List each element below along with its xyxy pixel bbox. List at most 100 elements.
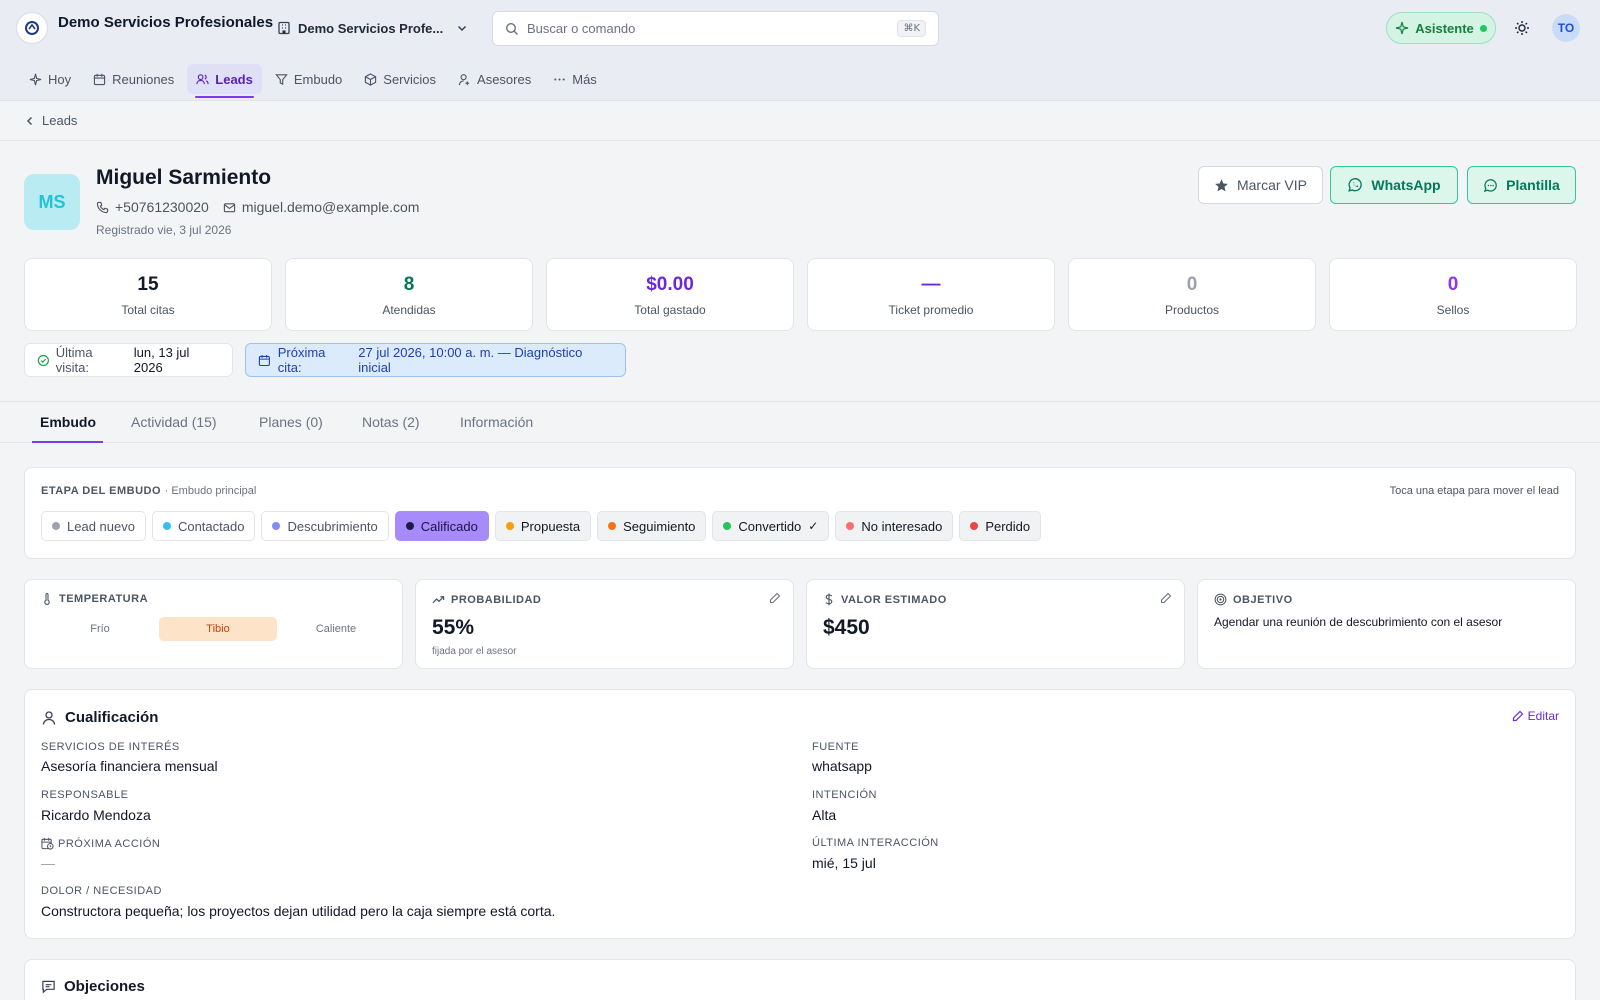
assistant-status-dot [1479,24,1487,32]
tab-informacion[interactable]: Información [460,414,533,430]
breadcrumb: Leads [0,101,1600,141]
stat-value: 8 [403,274,415,295]
box-icon [365,72,377,86]
nav-item-mas[interactable]: Más [544,64,606,94]
nav-item-label: Asesores [477,71,532,87]
qualification-card: Cualificación Editar SERVICIOS DE INTERÉ… [24,689,1576,939]
last-visit-prefix: Última visita: [55,345,93,375]
chevron-left-icon [26,116,33,125]
stage-label: Contactado [177,518,245,534]
funnel-stage-button[interactable]: Convertido ✓ [712,511,830,541]
probability-title: PROBABILIDAD [451,593,542,606]
phone-icon [96,201,109,213]
stage-label: Lead nuevo [67,518,135,534]
nav-item-hoy[interactable]: Hoy [20,64,80,94]
tab-planes[interactable]: Planes (0) [259,414,323,430]
search-input[interactable] [527,21,890,36]
tab-actividad[interactable]: Actividad (15) [131,414,217,430]
services-label: SERVICIOS DE INTERÉS [41,741,180,753]
funnel-stage-button[interactable]: Seguimiento [597,511,707,541]
temperature-option-tibio[interactable]: Tibio [159,617,277,641]
estimated-value: $450 [823,616,870,639]
nav-item-embudo[interactable]: Embudo [266,64,351,94]
stat-label: Productos [1164,303,1220,317]
whatsapp-icon [1348,178,1363,192]
lead-phone[interactable]: +50761230020 [96,199,209,215]
lead-email[interactable]: miguel.demo@example.com [223,199,420,215]
stage-color-dot [505,522,514,530]
stat-label: Total citas [121,303,175,317]
nav-item-label: Reuniones [112,71,175,87]
funnel-stage-button[interactable]: Contactado [151,511,256,541]
message-square-icon [42,980,55,994]
nav-item-label: Servicios [383,71,437,87]
logo-icon [25,21,39,35]
estimated-value-card: VALOR ESTIMADO $450 [806,579,1185,669]
stage-label: Calificado [420,518,478,534]
pencil-icon [1160,592,1172,604]
nav-item-asesores[interactable]: Asesores [449,64,540,94]
pencil-icon [769,592,781,604]
responsible-value: Ricardo Mendoza [41,807,151,823]
nav-item-label: Embudo [293,71,343,87]
edit-probability-button[interactable] [769,592,781,604]
funnel-stage-button[interactable]: Descubrimiento [261,511,389,541]
mail-icon [223,202,235,212]
sparkle-icon [1396,21,1409,35]
org-logo[interactable] [16,12,48,44]
stat-label: Total gastado [634,303,706,317]
star-icon [1215,178,1228,191]
stage-color-dot [405,522,414,530]
funnel-stage-button[interactable]: Propuesta [494,511,592,541]
stage-color-dot [846,522,855,530]
temperature-option-frio[interactable]: Frío [41,617,159,641]
nav-item-reuniones[interactable]: Reuniones [84,64,183,94]
mark-vip-button[interactable]: Marcar VIP [1198,166,1323,204]
assistant-label: Asistente [1415,20,1474,36]
stage-color-dot [272,522,281,530]
stat-card: 0 Sellos [1329,258,1577,331]
template-label: Plantilla [1506,177,1560,193]
user-avatar[interactable]: TO [1552,14,1580,42]
nav-item-servicios[interactable]: Servicios [355,64,445,94]
calendar-clock-icon [41,837,54,850]
search-shortcut: ⌘K [897,20,926,37]
next-appointment-pill[interactable]: Próxima cita: 27 jul 2026, 10:00 a. m. —… [245,343,626,377]
funnel-stage-button[interactable]: Calificado [394,511,489,541]
funnel-stage-button[interactable]: Lead nuevo [41,511,146,541]
objective-title: OBJETIVO [1233,593,1293,606]
search-bar[interactable]: ⌘K [492,11,939,46]
stat-label: Sellos [1436,303,1470,317]
tab-notas[interactable]: Notas (2) [362,414,420,430]
funnel-stage-button[interactable]: No interesado [835,511,954,541]
probability-card: PROBABILIDAD 55% fijada por el asesor [415,579,794,669]
edit-estimated-value-button[interactable] [1160,592,1172,604]
objections-heading: Objeciones [41,978,145,995]
funnel-stage-button[interactable]: Perdido [959,511,1042,541]
stage-color-dot [608,522,617,530]
nav-item-leads[interactable]: Leads [187,64,262,98]
stat-label: Ticket promedio [888,303,974,317]
detail-tabs: Embudo Actividad (15) Planes (0) Notas (… [0,401,1600,443]
theme-toggle-button[interactable] [1510,16,1534,40]
stage-label: No interesado [861,518,943,534]
building-icon [278,21,290,35]
whatsapp-label: WhatsApp [1371,177,1441,193]
edit-qualification-button[interactable]: Editar [1512,709,1559,723]
active-tab-indicator [32,441,103,443]
lead-email-text: miguel.demo@example.com [241,199,420,215]
tab-embudo[interactable]: Embudo [40,414,96,430]
chevron-down-icon [458,25,467,32]
stat-value: 15 [137,274,159,295]
template-button[interactable]: Plantilla [1467,166,1576,204]
whatsapp-button[interactable]: WhatsApp [1330,166,1458,204]
stat-card: 0 Productos [1068,258,1316,331]
assistant-button[interactable]: Asistente [1386,12,1496,44]
probability-value: 55% [432,616,475,639]
org-switcher[interactable]: Demo Servicios Profe... [277,17,468,39]
funnel-stage-heading: ETAPA DEL EMBUDO · Embudo principal [41,485,256,497]
lead-name: Miguel Sarmiento [96,166,272,189]
temperature-option-caliente[interactable]: Caliente [277,617,395,641]
back-to-leads-link[interactable]: Leads [24,113,77,128]
nav-item-label: Hoy [48,71,72,87]
